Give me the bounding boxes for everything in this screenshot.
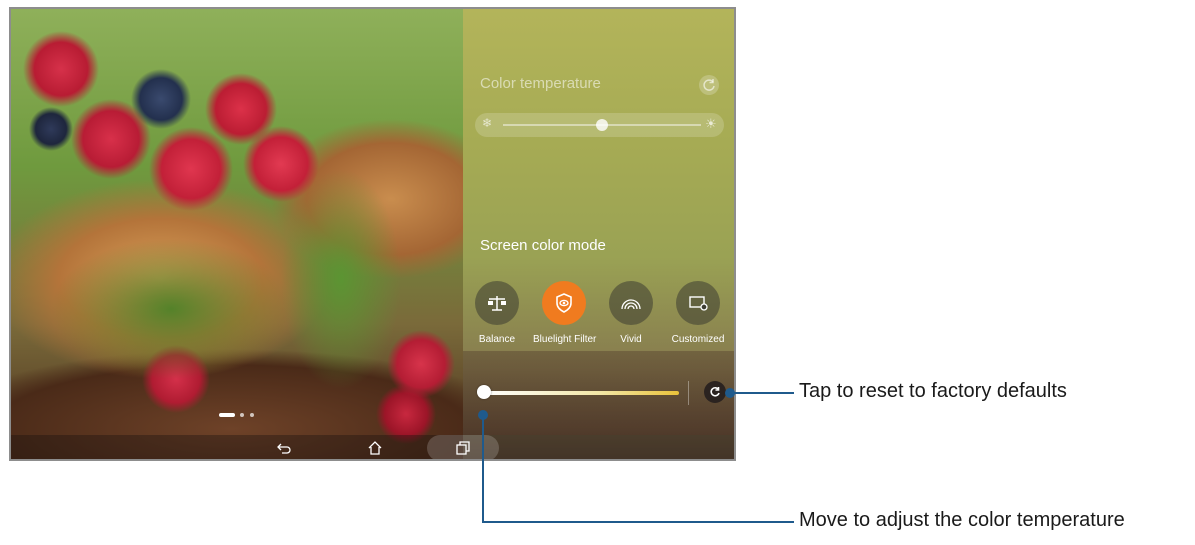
vivid-button[interactable]: [609, 281, 653, 325]
eye-shield-icon: [556, 293, 572, 313]
screen-settings-icon: [689, 296, 708, 311]
sun-icon: ☀: [705, 116, 717, 131]
mode-bluelight-filter[interactable]: Bluelight Filter: [533, 281, 597, 345]
color-temperature-thumb[interactable]: [596, 119, 608, 131]
color-temperature-slider[interactable]: ❄ ☀: [475, 113, 724, 137]
mode-customized[interactable]: Customized: [667, 281, 729, 345]
page-dot-active: [219, 413, 235, 417]
bluelight-adjust-area: [463, 351, 734, 435]
page-dot: [240, 413, 244, 417]
scale-icon: [488, 296, 506, 311]
page-dot: [250, 413, 254, 417]
mode-label-customized: Customized: [671, 334, 725, 345]
customized-button[interactable]: [676, 281, 720, 325]
wallpaper-photo: [11, 9, 463, 459]
balance-button[interactable]: [475, 281, 519, 325]
home-button[interactable]: [364, 439, 386, 457]
back-button[interactable]: [273, 439, 295, 457]
reset-callout-text: Tap to reset to factory defaults: [799, 380, 1067, 402]
navigation-bar: [11, 435, 734, 459]
refresh-icon: [703, 79, 715, 91]
slider-callout-vertical-line: [482, 415, 484, 522]
reset-callout-line: [732, 392, 794, 394]
mode-balance[interactable]: Balance: [466, 281, 528, 345]
mode-vivid[interactable]: Vivid: [600, 281, 662, 345]
tablet-screen: Color temperature ❄ ☀ Screen color mode: [9, 7, 736, 461]
color-settings-panel: Color temperature ❄ ☀ Screen color mode: [463, 9, 734, 459]
slider-callout-text: Move to adjust the color temperature: [799, 509, 1125, 531]
mode-label-bluelight-filter: Bluelight Filter: [533, 334, 597, 345]
recent-apps-button[interactable]: [452, 439, 474, 457]
screen-color-mode-title: Screen color mode: [480, 237, 606, 254]
mode-label-balance: Balance: [478, 334, 516, 345]
snowflake-icon: ❄: [482, 116, 493, 130]
rainbow-icon: [621, 299, 641, 310]
bluelight-level-slider[interactable]: [477, 385, 679, 399]
mode-label-vivid: Vivid: [620, 334, 642, 345]
back-icon: [277, 443, 291, 454]
home-icon: [368, 441, 382, 455]
color-temperature-reset-button[interactable]: [699, 75, 719, 95]
reset-defaults-button[interactable]: [704, 381, 726, 403]
color-temperature-title: Color temperature: [480, 75, 601, 92]
recent-apps-icon: [456, 441, 470, 455]
slider-divider: [688, 381, 689, 405]
refresh-icon: [710, 387, 720, 397]
bluelight-level-thumb[interactable]: [477, 385, 491, 399]
slider-callout-line: [482, 521, 794, 523]
bluelight-filter-button[interactable]: [542, 281, 586, 325]
